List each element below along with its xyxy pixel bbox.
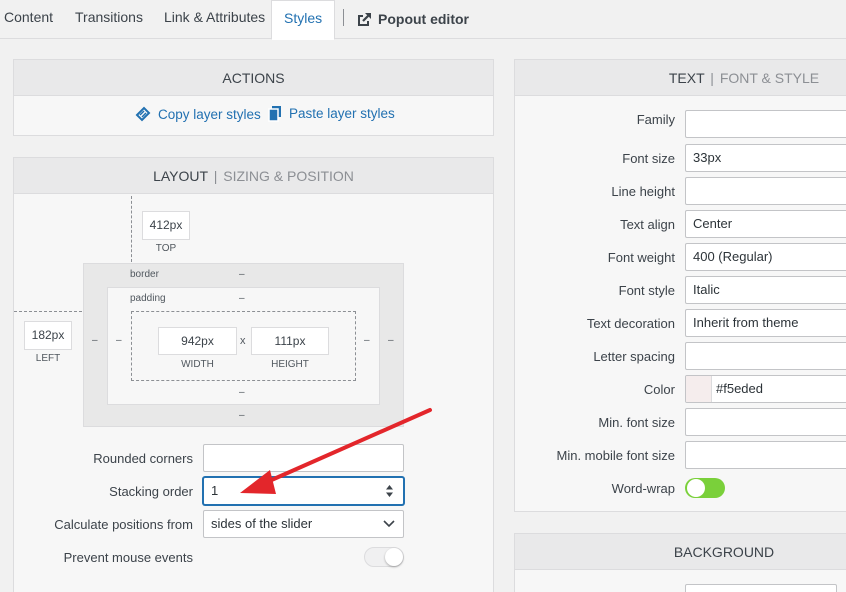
background-input[interactable]: [685, 584, 837, 592]
color-value: #f5eded: [716, 381, 763, 396]
letter-spacing-label: Letter spacing: [593, 349, 675, 364]
width-input[interactable]: 942px: [158, 327, 237, 355]
border-top-value[interactable]: –: [239, 269, 245, 280]
actions-panel-title: ACTIONS: [14, 60, 493, 96]
tab-link-attributes[interactable]: Link & Attributes: [164, 0, 265, 39]
tab-bar: Content Transitions Link & Attributes St…: [0, 0, 846, 40]
border-left-value[interactable]: –: [92, 335, 98, 346]
line-height-input[interactable]: [685, 177, 846, 205]
left-guide-line: [14, 311, 82, 312]
paste-layer-styles-button[interactable]: Paste layer styles: [268, 105, 395, 122]
dimension-separator: x: [240, 335, 246, 347]
text-title: TEXT: [668, 70, 705, 86]
min-mobile-font-size-input[interactable]: [685, 441, 846, 469]
font-style-select[interactable]: Italic: [685, 276, 846, 304]
font-size-input[interactable]: 33px: [685, 144, 846, 172]
font-style-label: Font style: [618, 283, 675, 298]
family-label: Family: [636, 112, 675, 127]
tab-content[interactable]: Content: [4, 0, 53, 39]
font-size-label: Font size: [622, 151, 675, 166]
tab-divider: [343, 9, 344, 26]
layout-panel-title: LAYOUT | SIZING & POSITION: [14, 158, 493, 194]
letter-spacing-input[interactable]: [685, 342, 846, 370]
copy-layer-styles-button[interactable]: Copy layer styles: [134, 105, 261, 123]
text-title-separator: |: [710, 70, 714, 86]
text-decoration-select[interactable]: Inherit from theme: [685, 309, 846, 337]
layout-subtitle: SIZING & POSITION: [223, 168, 354, 184]
padding-left-value[interactable]: –: [116, 335, 122, 346]
font-weight-label: Font weight: [607, 250, 675, 265]
paste-layer-styles-label: Paste layer styles: [289, 106, 395, 121]
stacking-order-label: Stacking order: [109, 484, 193, 499]
word-wrap-toggle[interactable]: [685, 478, 725, 498]
rounded-corners-label: Rounded corners: [93, 451, 193, 466]
text-subtitle: FONT & STYLE: [719, 70, 820, 86]
family-input[interactable]: [685, 110, 846, 138]
copy-layer-styles-label: Copy layer styles: [158, 106, 261, 122]
toggle-knob: [687, 479, 705, 497]
color-label: Color: [643, 382, 675, 397]
padding-bottom-value[interactable]: –: [239, 387, 245, 398]
color-input[interactable]: #f5eded: [685, 375, 846, 403]
calculate-positions-value: sides of the slider: [211, 516, 313, 531]
color-swatch[interactable]: [686, 376, 712, 402]
text-align-select[interactable]: Center: [685, 210, 846, 238]
chevron-down-icon: [383, 520, 395, 528]
tab-transitions[interactable]: Transitions: [75, 0, 143, 39]
top-guide-line: [131, 196, 132, 262]
tab-styles[interactable]: Styles: [271, 0, 336, 40]
top-position-input[interactable]: 412px: [142, 211, 190, 240]
stacking-order-value: 1: [211, 483, 219, 498]
height-label: HEIGHT: [271, 359, 309, 370]
width-label: WIDTH: [181, 359, 214, 370]
toggle-knob: [385, 548, 403, 566]
layout-title: LAYOUT: [153, 168, 208, 184]
min-mobile-font-size-label: Min. mobile font size: [556, 448, 676, 463]
external-link-icon: [358, 12, 371, 26]
text-decoration-label: Text decoration: [586, 316, 675, 331]
calculate-positions-select[interactable]: sides of the slider: [203, 510, 404, 538]
padding-label: padding: [130, 293, 166, 304]
border-right-value[interactable]: –: [388, 335, 394, 346]
height-input[interactable]: 111px: [251, 327, 329, 355]
paste-styles-icon: [268, 106, 281, 122]
font-weight-select[interactable]: 400 (Regular): [685, 243, 846, 271]
min-font-size-input[interactable]: [685, 408, 846, 436]
word-wrap-label: Word-wrap: [611, 481, 675, 496]
padding-right-value[interactable]: –: [364, 335, 370, 346]
top-position-label: TOP: [155, 243, 177, 254]
prevent-mouse-events-toggle[interactable]: [364, 547, 404, 567]
background-panel-title: BACKGROUND: [515, 534, 846, 570]
padding-top-value[interactable]: –: [239, 293, 245, 304]
line-height-label: Line height: [611, 184, 675, 199]
popout-editor-button[interactable]: Popout editor: [356, 0, 469, 39]
border-label: border: [130, 269, 159, 280]
left-position-input[interactable]: 182px: [24, 321, 72, 350]
prevent-mouse-events-label: Prevent mouse events: [63, 550, 193, 565]
actions-panel: ACTIONS Copy layer styles Paste layer st…: [13, 59, 494, 136]
min-font-size-label: Min. font size: [598, 415, 675, 430]
layout-title-separator: |: [213, 168, 218, 184]
text-align-label: Text align: [620, 217, 675, 232]
popout-editor-label: Popout editor: [378, 11, 469, 27]
annotation-arrow: [240, 408, 432, 494]
left-position-label: LEFT: [35, 353, 61, 364]
calculate-positions-label: Calculate positions from: [54, 517, 193, 532]
text-panel-title: TEXT | FONT & STYLE: [515, 60, 846, 96]
copy-styles-icon: [135, 106, 151, 122]
